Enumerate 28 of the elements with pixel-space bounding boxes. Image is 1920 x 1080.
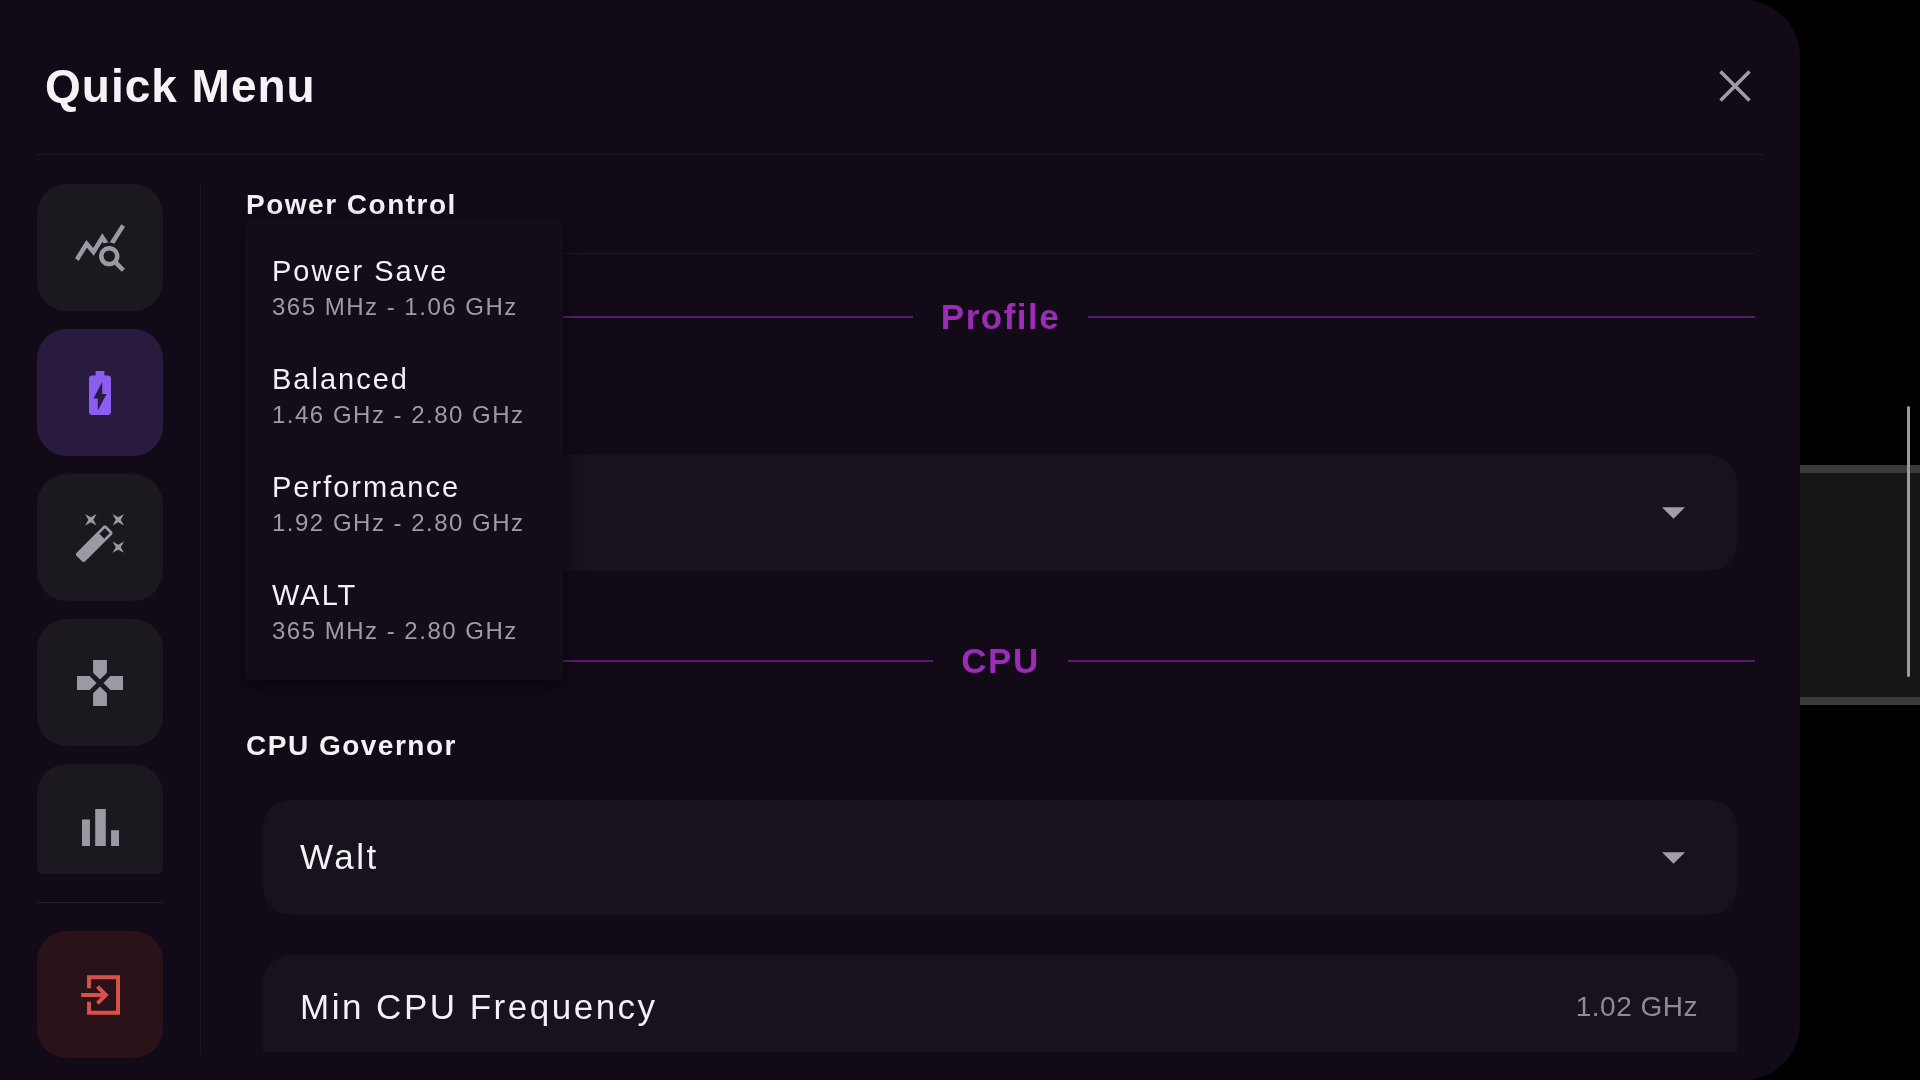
magic-wand-icon bbox=[76, 513, 124, 562]
bar-chart-icon bbox=[81, 809, 119, 846]
sidebar-tab[interactable] bbox=[37, 764, 163, 874]
caret-icon bbox=[1662, 851, 1685, 864]
setting-value: 1.02 GHz bbox=[1575, 990, 1698, 1024]
dpad-icon bbox=[77, 659, 123, 706]
sidebar-tab[interactable] bbox=[37, 474, 163, 601]
menu-item[interactable]: WALT 365 MHz - 2.80 GHz bbox=[245, 558, 563, 666]
caret-icon bbox=[1662, 507, 1685, 519]
window-title: Quick Menu bbox=[45, 59, 316, 114]
setting-label: Min CPU Frequency bbox=[300, 987, 659, 1027]
exit-icon bbox=[80, 974, 120, 1015]
close-button[interactable] bbox=[1719, 70, 1751, 102]
setting-heading: CPU Governor bbox=[246, 729, 457, 763]
sidebar-tab[interactable] bbox=[37, 184, 163, 311]
section-divider-label: CPU bbox=[961, 641, 1040, 681]
menu-item[interactable]: Performance 1.92 GHz - 2.80 GHz bbox=[245, 450, 563, 558]
governor-select[interactable]: Walt bbox=[263, 800, 1737, 915]
sidebar-tab[interactable] bbox=[37, 619, 163, 746]
section-divider-label: Profile bbox=[940, 297, 1061, 337]
exit-button[interactable] bbox=[37, 931, 163, 1058]
close-icon bbox=[1719, 70, 1751, 102]
battery-bolt-icon bbox=[89, 370, 111, 415]
menu-item[interactable]: Power Save 365 MHz - 1.06 GHz bbox=[245, 234, 563, 342]
menu-item[interactable]: Balanced 1.46 GHz - 2.80 GHz bbox=[245, 342, 563, 450]
chart-search-icon bbox=[75, 223, 125, 272]
section-heading: Power Control bbox=[246, 192, 457, 218]
sidebar-tab[interactable] bbox=[37, 329, 163, 456]
